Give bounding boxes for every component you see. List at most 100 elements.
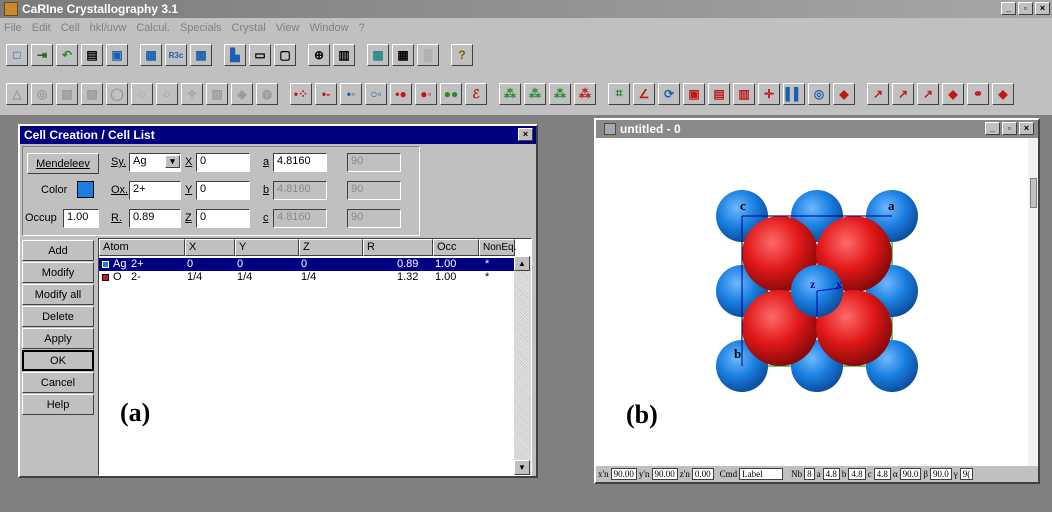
cmd-field[interactable]: Label	[739, 468, 784, 480]
menu-view[interactable]: View	[276, 22, 300, 34]
bond-chain-icon[interactable]: ●◦	[415, 82, 437, 105]
symbol-tool-icon[interactable]: ✧	[181, 82, 203, 105]
dialog-close-button[interactable]: ×	[518, 128, 533, 141]
measure-icon[interactable]: ⌗	[608, 82, 630, 105]
col-y[interactable]: Y	[235, 239, 299, 256]
plane-icon[interactable]: ▣	[683, 82, 705, 105]
projection-icon[interactable]: ⟳	[658, 82, 680, 105]
texture-icon[interactable]: ▒	[417, 44, 439, 66]
chevron-down-icon[interactable]: ▾	[165, 155, 180, 168]
uvw-tool-icon[interactable]: ▧	[56, 82, 78, 105]
zn-field[interactable]: 0.00	[691, 468, 714, 480]
col-noneq[interactable]: NonEq.	[479, 239, 516, 256]
bond-dash-icon[interactable]: •◦	[340, 82, 362, 105]
target-icon[interactable]: ⊕	[308, 44, 330, 66]
cluster-icon-2[interactable]: ⁂	[524, 82, 546, 105]
ok-button[interactable]: OK	[22, 350, 94, 371]
cluster-icon-3[interactable]: ⁂	[549, 82, 571, 105]
diamond-icon[interactable]: ◆	[992, 82, 1014, 105]
open-icon[interactable]: ⇥	[31, 44, 53, 66]
stereo-icon[interactable]: ◎	[808, 82, 830, 105]
menu-calcul[interactable]: Calcul.	[136, 22, 170, 34]
menu-crystal[interactable]: Crystal	[232, 22, 266, 34]
mendeleev-button[interactable]: Mendeleev	[27, 153, 99, 174]
maximize-button[interactable]: ▫	[1018, 2, 1033, 15]
new-cell-icon[interactable]: □	[6, 44, 28, 66]
menu-cell[interactable]: Cell	[61, 22, 80, 34]
modify-button[interactable]: Modify	[22, 262, 94, 283]
col-z[interactable]: Z	[299, 239, 363, 256]
col-r[interactable]: R	[363, 239, 433, 256]
cancel-button[interactable]: Cancel	[22, 372, 94, 393]
spin-tool-icon[interactable]: ◍	[256, 82, 278, 105]
bond-join-icon[interactable]: •●	[390, 82, 412, 105]
list-scrollbar[interactable]: ▲ ▼	[514, 256, 531, 475]
orbit-tool-icon[interactable]: ◌	[131, 82, 153, 105]
undo-icon[interactable]: ↶	[56, 44, 78, 66]
col-x[interactable]: X	[185, 239, 235, 256]
col-occ[interactable]: Occ	[433, 239, 479, 256]
yn-field[interactable]: 90.00	[651, 468, 678, 480]
vector-icon-4[interactable]: ◆	[942, 82, 964, 105]
print-icon[interactable]: ▤	[81, 44, 103, 66]
layout-icon[interactable]: ▥	[333, 44, 355, 66]
axis-icon[interactable]: ✛	[758, 82, 780, 105]
scroll-up-icon[interactable]: ▲	[514, 256, 530, 271]
bond-open-icon[interactable]: ○◦	[365, 82, 387, 105]
menu-file[interactable]: File	[4, 22, 22, 34]
deg-tool-icon[interactable]: ◈	[231, 82, 253, 105]
cell-list-icon[interactable]: ▦	[140, 44, 162, 66]
ring-tool-icon[interactable]: ○	[156, 82, 178, 105]
histogram-icon[interactable]: ▌▌	[783, 82, 805, 105]
vector-icon-1[interactable]: ↗	[867, 82, 889, 105]
apply-button[interactable]: Apply	[22, 328, 94, 349]
xn-field[interactable]: 90.00	[610, 468, 637, 480]
window-icon[interactable]: ▭	[249, 44, 271, 66]
chart-icon[interactable]: ▙	[224, 44, 246, 66]
angle-icon[interactable]: ∠	[633, 82, 655, 105]
atom-list[interactable]: Atom X Y Z R Occ NonEq. Ag 2+ 0 0 0 0.89…	[98, 238, 532, 476]
occupancy-field[interactable]: 1.00	[63, 209, 99, 228]
polyhedron-icon[interactable]: ◆	[833, 82, 855, 105]
close-button[interactable]: ×	[1035, 2, 1050, 15]
add-button[interactable]: Add	[22, 240, 94, 261]
bond-pair-icon[interactable]: ●●	[440, 82, 462, 105]
menu-edit[interactable]: Edit	[32, 22, 51, 34]
lattice-icon[interactable]: ▦	[392, 44, 414, 66]
oxidation-field[interactable]: 2+	[129, 181, 181, 200]
triangle-tool-icon[interactable]: △	[6, 82, 28, 105]
cluster-icon-1[interactable]: ⁂	[499, 82, 521, 105]
crystal-structure-view[interactable]: c a b z x	[596, 138, 1038, 484]
menu-window[interactable]: Window	[309, 22, 348, 34]
vector-icon-3[interactable]: ↗	[917, 82, 939, 105]
view-maximize-button[interactable]: ▫	[1002, 122, 1017, 135]
view-close-button[interactable]: ×	[1019, 122, 1034, 135]
y-field[interactable]: 0	[196, 181, 250, 200]
uvw-icon[interactable]: ▤	[708, 82, 730, 105]
bond-branch-icon[interactable]: ℰ	[465, 82, 487, 105]
table-row[interactable]: O 2- 1/4 1/4 1/4 1.32 1.00 *	[99, 271, 515, 284]
view-minimize-button[interactable]: _	[985, 122, 1000, 135]
z-field[interactable]: 0	[196, 209, 250, 228]
help-button[interactable]: Help	[22, 394, 94, 415]
circle-tool-icon[interactable]: ◎	[31, 82, 53, 105]
x-field[interactable]: 0	[196, 153, 250, 172]
hkl-icon[interactable]: ▥	[733, 82, 755, 105]
color-swatch[interactable]	[77, 181, 94, 198]
radius-field[interactable]: 0.89	[129, 209, 181, 228]
delete-button[interactable]: Delete	[22, 306, 94, 327]
minimize-button[interactable]: _	[1001, 2, 1016, 15]
cluster-icon-4[interactable]: ⁂	[574, 82, 596, 105]
atom-link-icon[interactable]: •⁘	[290, 82, 312, 105]
rotate-tool-icon[interactable]: ◯	[106, 82, 128, 105]
menu-help[interactable]: ?	[359, 22, 365, 34]
menu-hkl-uvw[interactable]: hkl/uvw	[90, 22, 127, 34]
a-field[interactable]: 4.8160	[273, 153, 327, 172]
space-group-icon[interactable]: R3c	[165, 44, 187, 66]
stat-tool-icon[interactable]: ▥	[206, 82, 228, 105]
col-atom[interactable]: Atom	[99, 239, 185, 256]
hkl-tool-icon[interactable]: ▨	[81, 82, 103, 105]
help-icon[interactable]: ?	[451, 44, 473, 66]
vector-icon-2[interactable]: ↗	[892, 82, 914, 105]
frame-icon[interactable]: ▢	[274, 44, 296, 66]
